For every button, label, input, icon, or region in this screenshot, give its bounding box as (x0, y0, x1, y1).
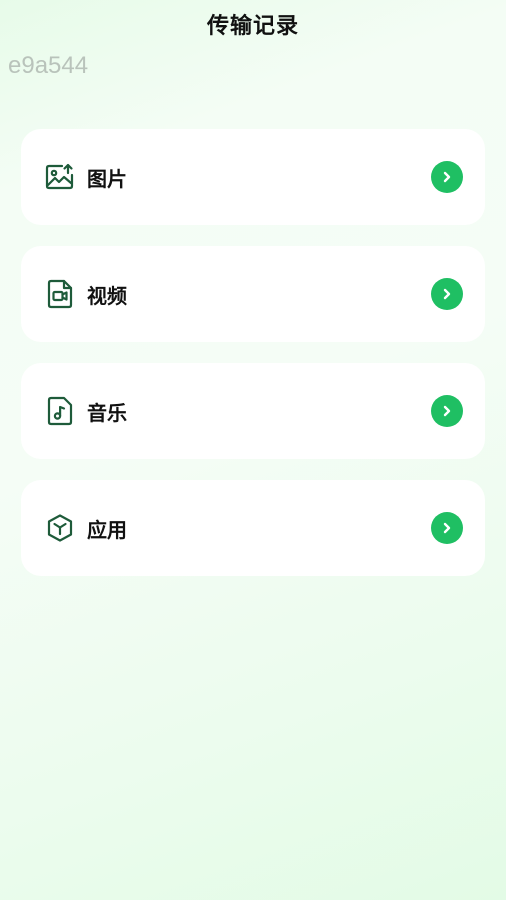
item-label-apps: 应用 (87, 517, 127, 542)
item-label-videos: 视频 (87, 283, 127, 308)
chevron-right-icon[interactable] (431, 278, 463, 310)
item-label-music: 音乐 (87, 400, 127, 425)
chevron-right-icon[interactable] (431, 512, 463, 544)
music-file-icon (45, 396, 75, 426)
list-item-videos[interactable]: 视频 (21, 246, 485, 342)
watermark-code: e9a544 (8, 52, 89, 79)
video-file-icon (45, 279, 75, 309)
image-upload-icon (45, 162, 75, 192)
list-item-apps[interactable]: 应用 (21, 480, 485, 576)
chevron-right-icon[interactable] (431, 395, 463, 427)
chevron-right-icon[interactable] (431, 161, 463, 193)
page-title: 传输记录 (206, 14, 299, 39)
app-cube-icon (45, 513, 75, 543)
item-label-images: 图片 (87, 166, 127, 191)
list-item-images[interactable]: 图片 (21, 129, 485, 225)
list-item-music[interactable]: 音乐 (21, 363, 485, 459)
